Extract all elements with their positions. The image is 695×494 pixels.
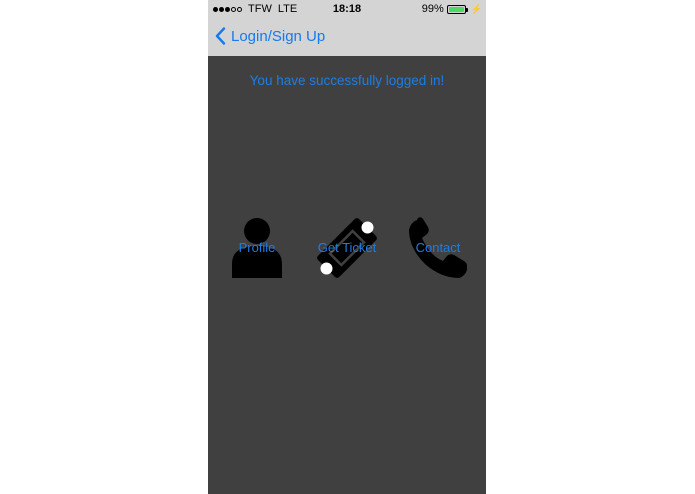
contact-button[interactable]: Contact	[403, 214, 473, 282]
profile-button[interactable]: Profile	[222, 214, 292, 282]
login-success-message: You have successfully logged in!	[249, 73, 445, 88]
app-screen: TFW LTE 18:18 99% ⚡ Login/Sign Up You ha…	[208, 0, 486, 494]
profile-label: Profile	[238, 240, 276, 255]
status-bar: TFW LTE 18:18 99% ⚡	[208, 0, 486, 18]
navigation-bar: Login/Sign Up	[208, 18, 486, 56]
bolt-icon: ⚡	[470, 3, 482, 14]
battery-icon	[446, 4, 468, 14]
battery-tip	[465, 7, 468, 12]
battery-percent: 99%	[421, 3, 444, 15]
get-ticket-button[interactable]: Get Ticket	[312, 214, 382, 282]
back-button-label: Login/Sign Up	[231, 27, 326, 45]
battery-level	[448, 6, 464, 12]
status-right: 99% ⚡	[422, 3, 482, 15]
get-ticket-label: Get Ticket	[317, 240, 377, 255]
back-button[interactable]: Login/Sign Up	[215, 27, 325, 45]
contact-label: Contact	[415, 240, 461, 255]
chevron-left-icon	[215, 27, 226, 45]
